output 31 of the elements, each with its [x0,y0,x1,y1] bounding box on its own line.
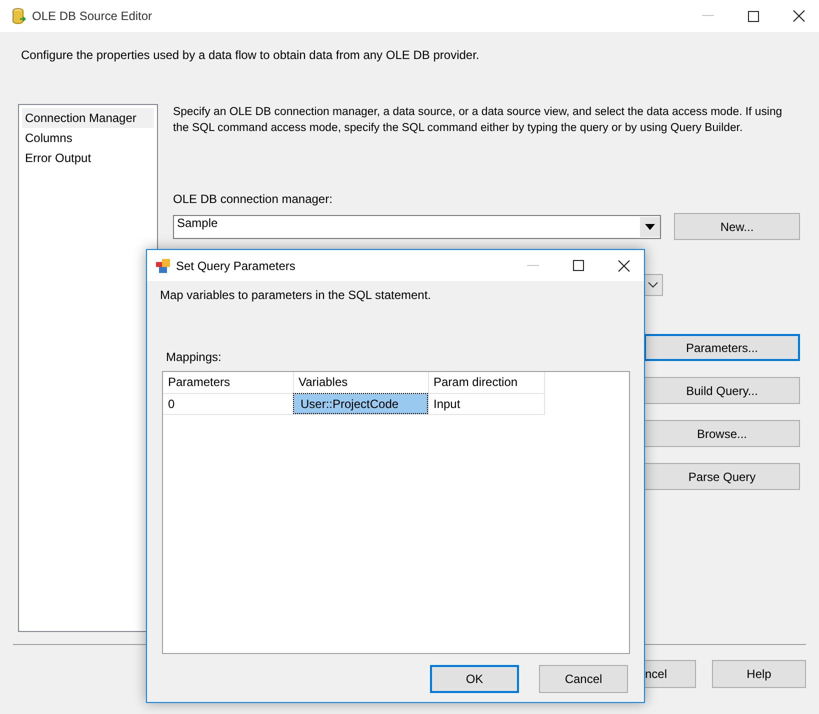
dialog-description: Map variables to parameters in the SQL statement. [160,288,432,302]
help-button[interactable]: Help [712,660,806,688]
ok-button[interactable]: OK [430,665,519,693]
sidebar-item[interactable]: Error Output [22,148,154,168]
action-button[interactable]: Build Query... [644,377,800,404]
action-button[interactable]: Parameters... [644,334,800,361]
close-icon[interactable] [618,260,630,272]
table-cell[interactable]: Input [428,393,544,414]
table-cell[interactable]: 0 [163,393,293,414]
action-button[interactable]: Browse... [644,420,800,447]
cancel-button[interactable]: Cancel [539,665,628,693]
column-header[interactable]: Parameters [163,372,293,393]
dialog-title: Set Query Parameters [176,258,296,272]
window-title: OLE DB Source Editor [32,9,152,23]
field-label: OLE DB connection manager: [173,192,334,206]
column-header[interactable]: Param direction [428,372,544,393]
maximize-icon[interactable] [748,10,759,22]
mappings-label: Mappings: [166,350,222,364]
maximize-icon[interactable] [573,260,584,271]
chevron-down-icon[interactable] [648,282,658,288]
close-icon[interactable] [793,10,805,22]
window-description: Configure the properties used by a data flow to obtain data from any OLE DB provider. [21,48,480,62]
connection-dropdown[interactable]: Sample [173,214,661,238]
grid-icon [156,258,170,272]
instructions-text: Specify an OLE DB connection manager, a data source, or a data source view, and select the data access mode. If using the SQL command access mode, specify the SQL command either by typing the query or by using Query Builder. [173,105,784,136]
action-button[interactable]: Parse Query [644,463,800,490]
new-button[interactable]: New... [674,213,800,240]
table-cell[interactable]: User::ProjectCode [293,393,428,414]
sidebar-item[interactable]: Columns [22,128,154,148]
sidebar-item[interactable]: Connection Manager [22,108,154,128]
cylinder-icon [12,8,26,24]
